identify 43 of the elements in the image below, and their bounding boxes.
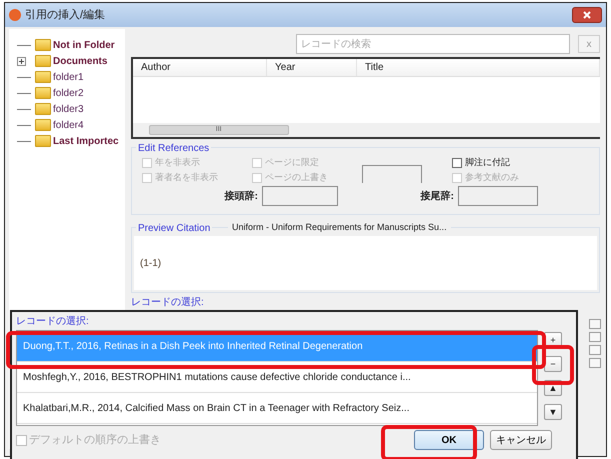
folder-item[interactable]: folder2 [9,85,125,101]
down-button[interactable]: ▼ [544,404,562,420]
search-field[interactable]: レコードの検索 [296,34,570,54]
folder-item[interactable]: Last Importec [9,133,125,149]
folder-icon [35,135,51,147]
small-button[interactable] [589,345,601,355]
folder-icon [35,119,51,131]
window-title: 引用の挿入/編集 [25,8,106,23]
folder-item[interactable]: Not in Folder [9,37,125,53]
style-name: Uniform - Uniform Requirements for Manuscripts Su... [228,221,451,234]
record-item[interactable]: Khalatbari,M.R., 2014, Calcified Mass on Brain CT in a Teenager with Refractory Seiz... [17,393,537,424]
app-icon [9,9,21,21]
folder-icon [35,71,51,83]
folder-icon [35,55,51,67]
remove-button[interactable]: − [544,356,562,372]
folder-icon [35,103,51,115]
folder-icon [35,87,51,99]
records-label: レコードの選択: [131,296,205,310]
citation-text: (1-1) [140,258,162,269]
folder-item[interactable]: Documents [9,53,125,69]
small-button[interactable] [589,358,601,368]
column-header[interactable]: Year [267,59,357,76]
folder-item[interactable]: folder1 [9,69,125,85]
close-icon [582,10,592,20]
prefix-label: 接頭辞: [223,189,259,204]
suffix-label: 接尾辞: [419,189,455,204]
prefix-field[interactable] [262,186,338,206]
column-header[interactable]: Title [357,59,600,76]
folder-item[interactable]: folder4 [9,117,125,133]
records-label: レコードの選択: [16,315,90,329]
small-button[interactable] [589,319,601,329]
text-box[interactable] [362,165,422,183]
cancel-button[interactable]: キャンセル [490,430,552,450]
suffix-field[interactable] [458,186,538,206]
small-button[interactable] [589,332,601,342]
close-button[interactable] [572,7,602,23]
column-header[interactable]: Author [133,59,267,76]
folder-item[interactable]: folder3 [9,101,125,117]
expand-icon[interactable] [17,56,26,66]
ok-button[interactable]: OK [414,430,484,450]
checkbox[interactable]: 脚注に付記 [452,156,552,169]
record-item[interactable]: Moshfegh,Y., 2016, BESTROPHIN1 mutations cause defective chloride conductance i... [17,362,537,393]
folder-icon [35,39,51,51]
